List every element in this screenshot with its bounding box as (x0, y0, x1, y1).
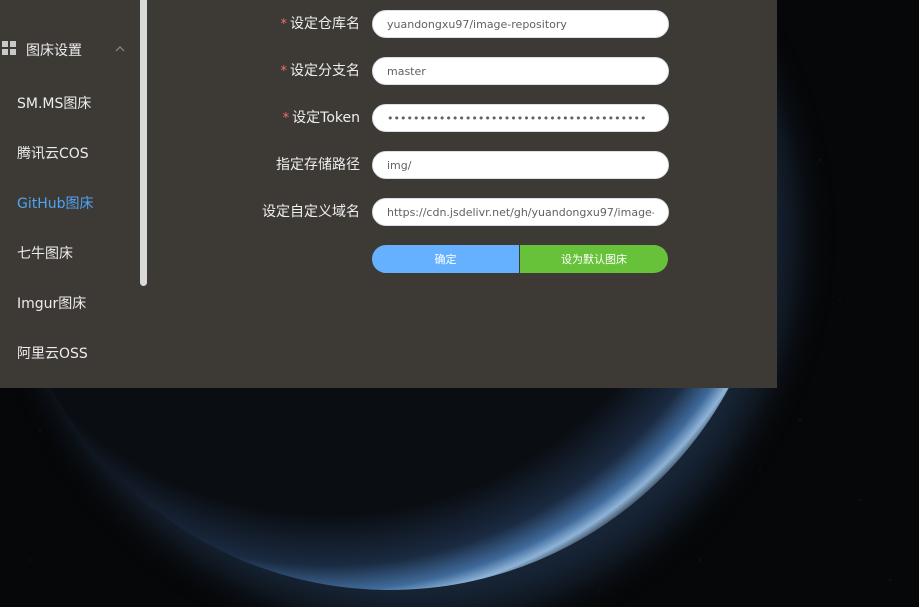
required-mark: * (280, 17, 288, 32)
custom-url-input[interactable] (372, 198, 669, 226)
confirm-button[interactable]: 确定 (372, 245, 519, 273)
sidebar: 图床设置 SM.MS图床 腾讯云COS GitHub图床 七牛图床 Imgur图… (0, 0, 148, 388)
path-input[interactable] (372, 151, 669, 179)
token-input[interactable] (372, 104, 669, 132)
token-label-text: 设定Token (292, 110, 360, 126)
grid-icon (2, 41, 16, 55)
token-label: * 设定Token (283, 107, 360, 127)
menu-group-image-hosting[interactable]: 图床设置 (0, 32, 140, 64)
sidebar-item-github[interactable]: GitHub图床 (17, 193, 94, 213)
sidebar-item-tencent-cos[interactable]: 腾讯云COS (17, 143, 89, 163)
set-default-button[interactable]: 设为默认图床 (520, 245, 668, 273)
required-mark: * (282, 111, 290, 126)
sidebar-item-qiniu[interactable]: 七牛图床 (17, 243, 73, 263)
sidebar-item-smms[interactable]: SM.MS图床 (17, 93, 91, 113)
chevron-up-icon[interactable] (115, 44, 125, 54)
repo-input[interactable] (372, 10, 669, 38)
sidebar-item-imgur[interactable]: Imgur图床 (17, 293, 86, 313)
repo-label: * 设定仓库名 (281, 13, 361, 33)
branch-label: * 设定分支名 (281, 60, 361, 80)
sidebar-item-aliyun-oss[interactable]: 阿里云OSS (17, 343, 88, 363)
branch-label-text: 设定分支名 (290, 63, 360, 79)
path-label: 指定存储路径 (276, 157, 360, 173)
app-window: 图床设置 SM.MS图床 腾讯云COS GitHub图床 七牛图床 Imgur图… (0, 0, 777, 388)
menu-group-label: 图床设置 (26, 43, 82, 59)
desktop: 图床设置 SM.MS图床 腾讯云COS GitHub图床 七牛图床 Imgur图… (0, 0, 919, 607)
branch-input[interactable] (372, 57, 669, 85)
sidebar-scrollbar[interactable] (140, 0, 147, 286)
custom-url-label: 设定自定义域名 (262, 204, 360, 220)
required-mark: * (280, 64, 288, 79)
repo-label-text: 设定仓库名 (290, 16, 360, 32)
